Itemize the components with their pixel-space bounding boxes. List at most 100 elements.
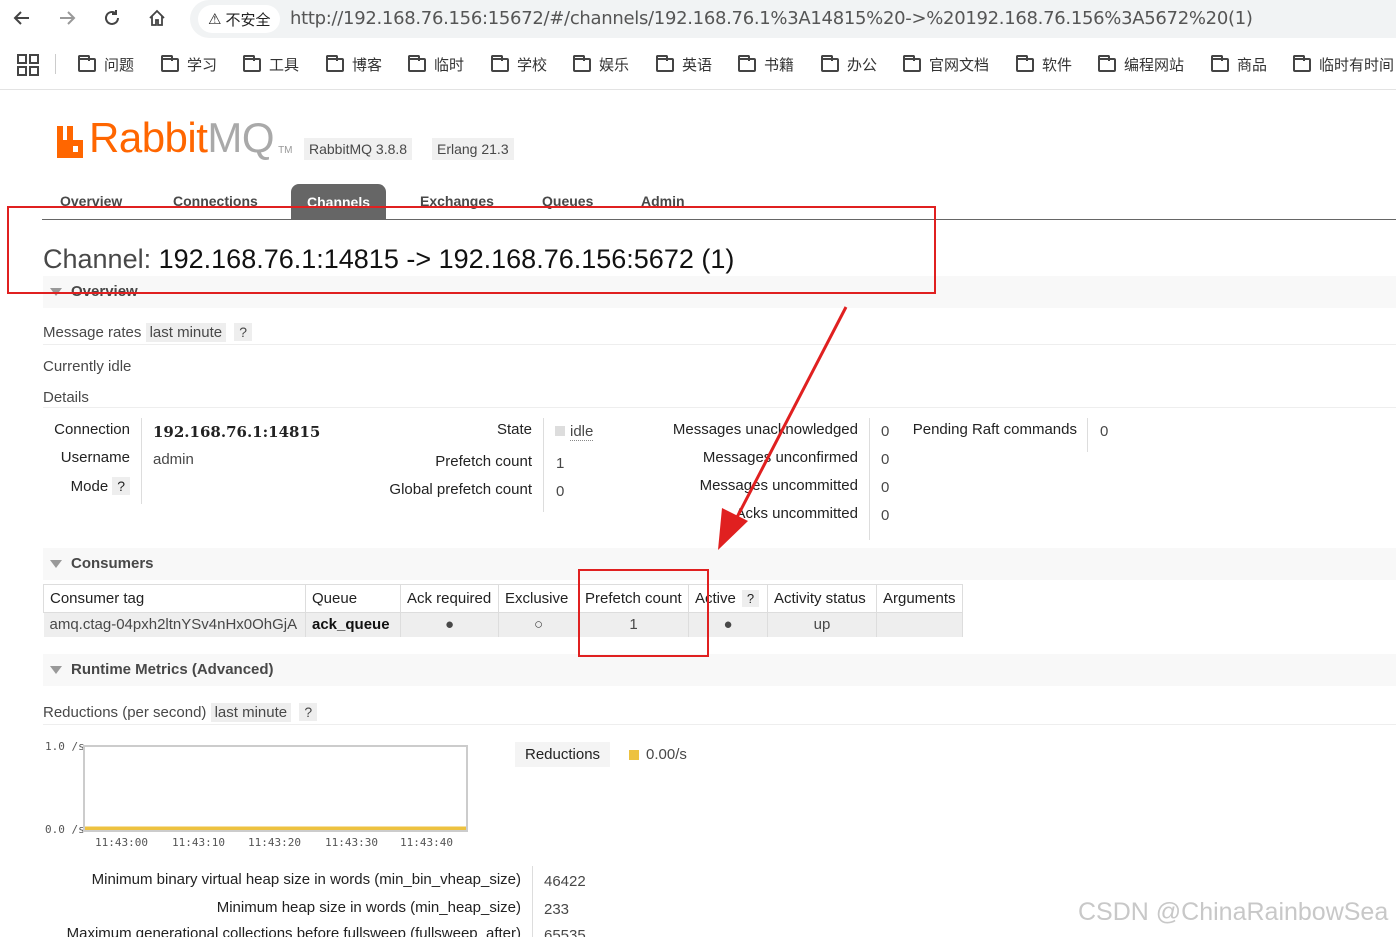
column-header[interactable]: Ack required [400, 584, 499, 613]
home-icon[interactable] [143, 4, 171, 32]
security-chip[interactable]: ⚠ 不安全 [198, 5, 281, 33]
message-rates-label: Message rates [43, 324, 142, 341]
folder-icon [408, 54, 426, 72]
bookmark-label: 工具 [269, 57, 300, 74]
forward-icon[interactable] [53, 4, 81, 32]
chart-x-tick: 11:43:10 [172, 836, 225, 849]
column-separator [869, 418, 870, 540]
bookmark-folder[interactable]: 英语 [656, 54, 712, 75]
bookmark-label: 学习 [187, 57, 218, 74]
bookmark-folder[interactable]: 学校 [491, 54, 547, 75]
idle-text: Currently idle [43, 358, 132, 375]
metric-value: 65535 [544, 927, 586, 937]
rabbitmq-logo[interactable]: Rabbit MQ TM [55, 114, 293, 161]
metric-key: Minimum heap size in words (min_heap_siz… [216, 899, 521, 916]
bookmark-label: 软件 [1042, 57, 1073, 74]
bookmark-folder[interactable]: 临时有时间 [1293, 54, 1394, 75]
bookmark-folder[interactable]: 娱乐 [573, 54, 629, 75]
column-header[interactable]: Exclusive [498, 584, 579, 613]
details-label: Details [43, 389, 89, 406]
message-rates-period-button[interactable]: last minute [145, 323, 227, 342]
bookmarks-bar: 问题 学习 工具 博客 临时 学校 娱乐 英语 书籍 办公 官网文档 软件 编程… [0, 48, 1396, 82]
arguments-cell [876, 612, 963, 637]
back-icon[interactable] [8, 4, 36, 32]
state-value: idle [555, 423, 594, 441]
exclusive-cell: ○ [498, 612, 579, 637]
legend-label: Reductions [515, 742, 611, 767]
folder-icon [491, 54, 509, 72]
bookmark-folder[interactable]: 博客 [326, 54, 382, 75]
unacked-value: 0 [881, 423, 890, 440]
runtime-metrics-section-toggle[interactable]: Runtime Metrics (Advanced) [43, 654, 1396, 686]
column-header[interactable]: Queue [305, 584, 401, 613]
raft-value: 0 [1100, 423, 1109, 440]
bookmark-folder[interactable]: 工具 [243, 54, 299, 75]
help-button[interactable]: ? [112, 477, 130, 495]
bookmark-folder[interactable]: 编程网站 [1098, 54, 1184, 75]
folder-icon [821, 54, 839, 72]
folder-icon [78, 54, 96, 72]
metric-key: Maximum generational collections before … [66, 925, 521, 937]
table-header-row: Consumer tag Queue Ack required Exclusiv… [43, 584, 963, 613]
raft-key: Pending Raft commands [912, 421, 1077, 438]
reload-icon[interactable] [98, 4, 126, 32]
metric-key: Minimum binary virtual heap size in word… [91, 871, 521, 888]
bookmark-folder[interactable]: 办公 [821, 54, 877, 75]
column-header[interactable]: Arguments [876, 584, 963, 613]
metric-value: 46422 [544, 873, 586, 890]
reductions-period-button[interactable]: last minute [210, 703, 292, 722]
warning-icon: ⚠ [208, 11, 222, 28]
unconfirmed-value: 0 [881, 451, 890, 468]
connection-link[interactable]: 192.168.76.1:14815 [153, 423, 320, 441]
security-label: 不安全 [225, 11, 271, 29]
chart-x-tick: 11:43:00 [95, 836, 148, 849]
bookmark-label: 娱乐 [599, 57, 630, 74]
bookmark-folder[interactable]: 官网文档 [903, 54, 989, 75]
consumers-section-toggle[interactable]: Consumers [43, 548, 1396, 580]
bookmark-label: 临时 [434, 57, 465, 74]
bookmark-folder[interactable]: 问题 [78, 54, 134, 75]
state-key: State [496, 421, 532, 438]
bookmark-folder[interactable]: 临时 [408, 54, 464, 75]
help-button[interactable]: ? [234, 323, 253, 341]
state-text: idle [570, 423, 594, 441]
username-key: Username [60, 449, 130, 466]
bookmark-folder[interactable]: 学习 [161, 54, 217, 75]
consumer-tag-cell: amq.ctag-04pxh2ltnYSv4nHx0OhGjA [43, 612, 306, 637]
bookmark-label: 学校 [517, 57, 548, 74]
divider [43, 344, 1396, 345]
uncommitted-key: Messages uncommitted [699, 477, 858, 494]
bookmark-folder[interactable]: 商品 [1211, 54, 1267, 75]
logo-trademark: TM [278, 145, 293, 156]
bookmarks-separator [55, 54, 56, 74]
collapse-triangle-icon [50, 666, 62, 674]
rabbitmq-version-badge: RabbitMQ 3.8.8 [304, 138, 413, 160]
folder-icon [738, 54, 756, 72]
chart-y-tick: 0.0 /s [45, 823, 85, 836]
bookmark-folder[interactable]: 书籍 [738, 54, 794, 75]
column-header[interactable]: Activity status [767, 584, 877, 613]
help-button[interactable]: ? [741, 590, 760, 607]
queue-link[interactable]: ack_queue [305, 612, 401, 637]
bookmark-label: 书籍 [764, 57, 795, 74]
reductions-label: Reductions (per second) [43, 704, 207, 721]
url-text[interactable]: http://192.168.76.156:15672/#/channels/1… [290, 8, 1253, 29]
rabbitmq-logo-icon [57, 126, 83, 158]
column-separator [141, 418, 142, 504]
column-separator [1087, 418, 1088, 452]
ack-required-cell: ● [400, 612, 499, 637]
divider [43, 407, 1396, 408]
runtime-metrics-heading: Runtime Metrics (Advanced) [71, 661, 274, 678]
logo-text-mq: MQ [207, 114, 275, 161]
bookmark-folder[interactable]: 软件 [1016, 54, 1072, 75]
folder-icon [1098, 54, 1116, 72]
apps-grid-icon[interactable] [17, 54, 39, 76]
column-header[interactable]: Consumer tag [43, 584, 306, 613]
highlight-box-title [7, 206, 936, 294]
connection-key: Connection [54, 421, 130, 438]
help-button[interactable]: ? [299, 703, 318, 721]
bookmark-label: 商品 [1237, 57, 1268, 74]
address-bar[interactable]: ⚠ 不安全 http://192.168.76.156:15672/#/chan… [190, 0, 1396, 38]
folder-icon [573, 54, 591, 72]
uncommitted-value: 0 [881, 479, 890, 496]
